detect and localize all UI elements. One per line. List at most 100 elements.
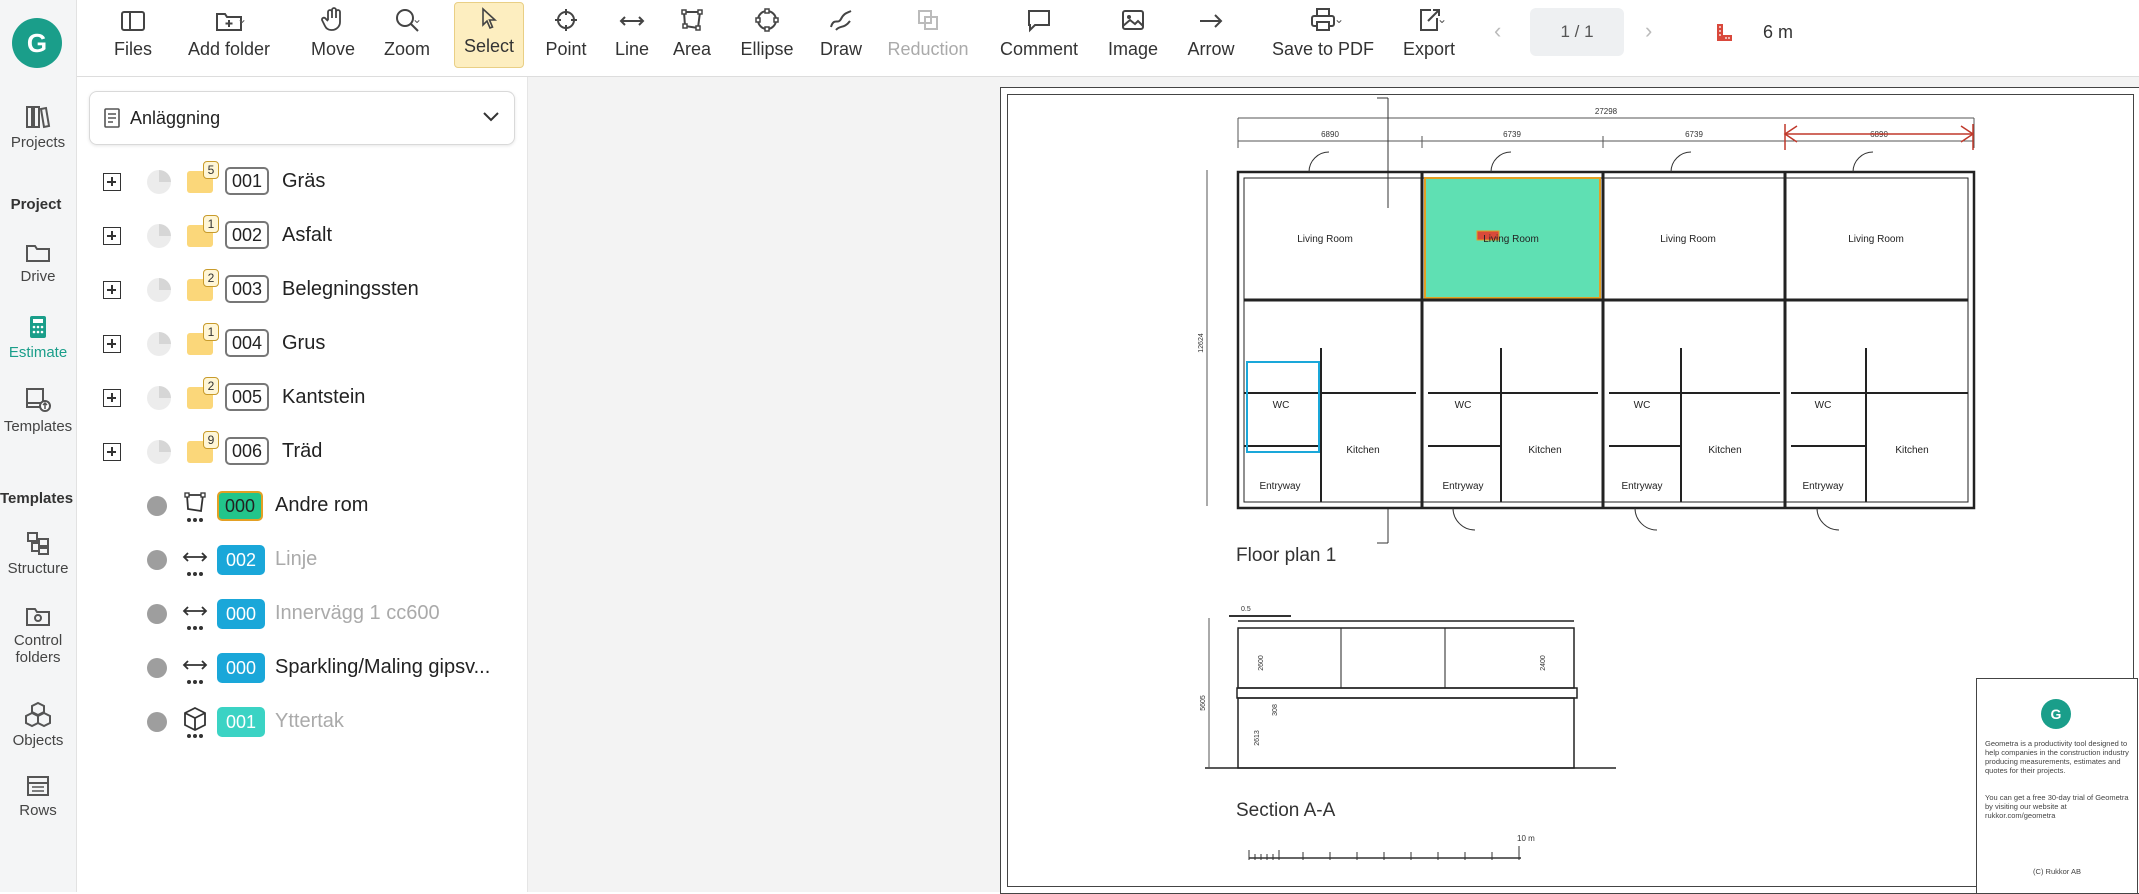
progress-pie-icon — [147, 386, 171, 410]
infobox-text: You can get a free 30-day trial of Geome… — [1985, 793, 2129, 820]
add-folder-button[interactable]: Add folder — [181, 0, 277, 70]
chevron-down-icon[interactable]: ⌄ — [237, 12, 247, 26]
draw-tool[interactable]: Draw — [815, 0, 867, 70]
progress-pie-icon — [147, 224, 171, 248]
room-label: Kitchen — [1895, 445, 1928, 456]
line-tool[interactable]: Line — [607, 0, 657, 70]
comment-tool[interactable]: Comment — [995, 0, 1083, 70]
freehand-icon — [830, 10, 852, 31]
folder-select[interactable]: Anläggning — [89, 91, 515, 145]
select-tool[interactable]: Select — [454, 2, 524, 68]
reduction-tool[interactable]: Reduction — [883, 0, 973, 70]
count-badge: 1 — [203, 323, 219, 341]
folder-row[interactable]: 1 004 Grus — [77, 319, 527, 373]
template-row[interactable]: 000 Innervägg 1 cc600 — [77, 589, 527, 643]
folder-row[interactable]: 2 003 Belegningssten — [77, 265, 527, 319]
progress-pie-icon — [147, 170, 171, 194]
template-code: 001 — [217, 707, 265, 737]
floor-plan-drawing[interactable]: 27298 6890 6739 6739 6890 12624 — [1001, 88, 2139, 893]
previous-page-icon[interactable]: ‹ — [1494, 18, 1501, 44]
room-label: Entryway — [1259, 481, 1300, 492]
ellipse-tool[interactable]: Ellipse — [733, 0, 801, 70]
template-row[interactable]: 001 Yttertak — [77, 697, 527, 751]
template-row[interactable]: 002 Linje — [77, 535, 527, 589]
section-dim: 0.5 — [1241, 606, 1251, 613]
arrow-tool[interactable]: Arrow — [1183, 0, 1239, 70]
count-badge: 2 — [203, 269, 219, 287]
room-label: Kitchen — [1708, 445, 1741, 456]
files-button[interactable]: Files — [105, 0, 161, 70]
nav-control-folders[interactable]: Control folders — [0, 604, 76, 666]
template-row[interactable]: 000 Sparkling/Maling gipsv... — [77, 643, 527, 697]
line-icon — [182, 552, 208, 576]
point-tool[interactable]: Point — [538, 0, 594, 70]
hand-icon — [321, 7, 341, 31]
export-button[interactable]: Export — [1397, 0, 1461, 70]
panel-icon — [121, 11, 145, 31]
status-dot — [147, 550, 167, 570]
nav-structure[interactable]: Structure — [0, 530, 76, 577]
expand-icon[interactable] — [103, 227, 121, 245]
page-indicator[interactable]: 1 / 1 — [1530, 8, 1624, 56]
count-badge: 9 — [203, 431, 219, 449]
section-dim: 2400 — [1540, 655, 1547, 671]
chevron-down-icon[interactable]: ⌄ — [412, 12, 422, 26]
drawing-canvas[interactable]: 27298 6890 6739 6739 6890 12624 — [528, 77, 2139, 894]
nav-rows[interactable]: Rows — [0, 774, 76, 819]
template-row[interactable]: 000 Andre rom — [77, 481, 527, 535]
chevron-down-icon[interactable]: ⌄ — [1334, 12, 1344, 26]
template-code: 000 — [217, 491, 263, 521]
cubes-icon — [25, 701, 51, 728]
area-tool[interactable]: Area — [667, 0, 717, 70]
move-tool[interactable]: Move — [305, 0, 361, 70]
template-name: Yttertak — [275, 710, 344, 732]
folder-row[interactable]: 2 005 Kantstein — [77, 373, 527, 427]
zoom-tool[interactable]: Zoom — [377, 0, 437, 70]
nav-projects[interactable]: Projects — [0, 104, 76, 151]
template-name: Linje — [275, 548, 318, 570]
folder-row[interactable]: 5 001 Gräs — [77, 157, 527, 211]
folder-code: 005 — [225, 383, 269, 411]
scale-value[interactable]: 6 m — [1763, 22, 1793, 43]
folder-code: 004 — [225, 329, 269, 357]
expand-icon[interactable] — [103, 281, 121, 299]
image-tool[interactable]: Image — [1103, 0, 1163, 70]
room-label: Entryway — [1621, 481, 1662, 492]
next-page-icon[interactable]: › — [1645, 18, 1652, 44]
structure-icon — [27, 532, 49, 555]
ruler-icon[interactable] — [1714, 22, 1734, 44]
status-dot — [147, 712, 167, 732]
folder-row[interactable]: 9 006 Träd — [77, 427, 527, 481]
nav-templates[interactable]: Templates — [0, 386, 76, 435]
room-label: Kitchen — [1528, 445, 1561, 456]
folder-name: Kantstein — [282, 386, 366, 408]
chevron-down-icon[interactable]: ⌄ — [1437, 12, 1447, 26]
app-logo[interactable]: G — [12, 18, 62, 68]
expand-icon[interactable] — [103, 335, 121, 353]
progress-pie-icon — [147, 278, 171, 302]
expand-icon[interactable] — [103, 443, 121, 461]
nav-objects[interactable]: Objects — [0, 700, 76, 749]
area-icon — [681, 9, 703, 31]
nav-section-templates: Templates — [0, 490, 74, 507]
drawing-sheet[interactable]: 27298 6890 6739 6739 6890 12624 — [1000, 87, 2139, 894]
crosshair-icon — [555, 9, 577, 31]
folder-name: Gräs — [282, 170, 326, 192]
double-arrow-icon — [619, 16, 645, 26]
nav-drive[interactable]: Drive — [0, 240, 76, 285]
status-dot — [147, 604, 167, 624]
expand-icon[interactable] — [103, 173, 121, 191]
area-icon — [184, 492, 206, 522]
section-dim: 2600 — [1258, 655, 1265, 671]
room-label: Living Room — [1848, 234, 1904, 245]
line-icon — [182, 606, 208, 630]
folder-code: 001 — [225, 167, 269, 195]
save-to-pdf-button[interactable]: Save to PDF — [1267, 0, 1379, 70]
nav-section-project: Project — [10, 196, 62, 213]
expand-icon[interactable] — [103, 389, 121, 407]
count-badge: 2 — [203, 377, 219, 395]
folder-code: 003 — [225, 275, 269, 303]
folder-code: 002 — [225, 221, 269, 249]
folder-row[interactable]: 1 002 Asfalt — [77, 211, 527, 265]
nav-estimate[interactable]: Estimate — [0, 314, 76, 361]
